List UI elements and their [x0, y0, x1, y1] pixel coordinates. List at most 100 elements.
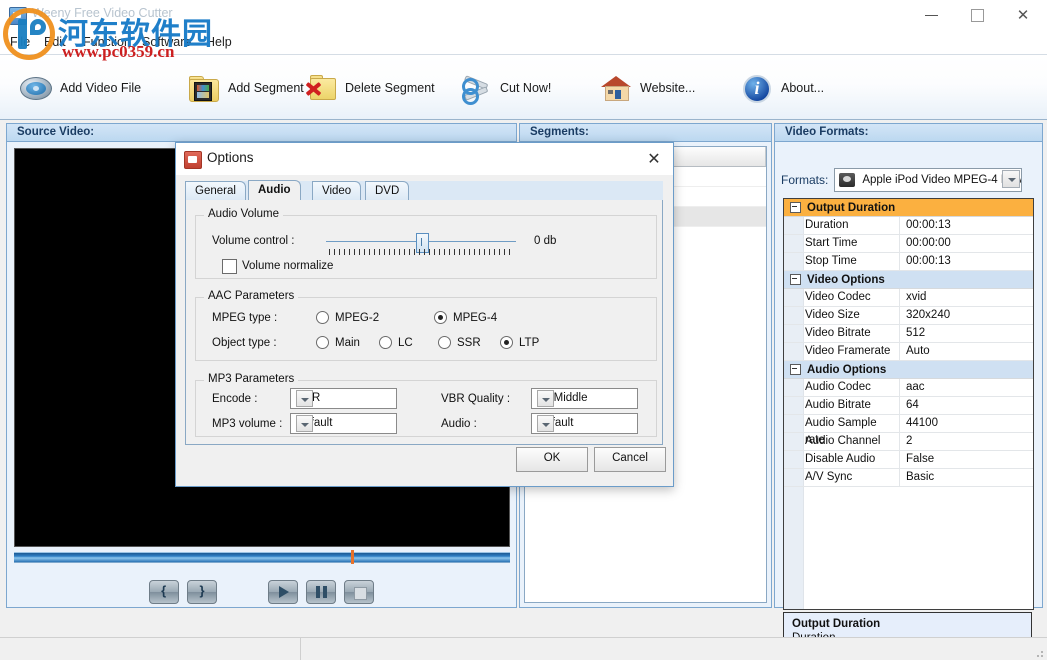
volume-slider[interactable]: [326, 230, 516, 256]
mark-out-button[interactable]: }: [187, 580, 217, 604]
property-row[interactable]: Video Framerate Auto: [784, 343, 1033, 361]
property-value[interactable]: Basic: [900, 469, 1033, 486]
seek-marker[interactable]: [351, 550, 354, 564]
radio-ssr[interactable]: [438, 336, 451, 349]
ok-button[interactable]: OK: [516, 447, 588, 472]
property-value[interactable]: False: [900, 451, 1033, 468]
radio-lc[interactable]: [379, 336, 392, 349]
radio-ssr-label: SSR: [457, 337, 481, 349]
resize-grip[interactable]: [1033, 647, 1045, 659]
dialog-body: Audio Volume Volume control :: [185, 200, 663, 445]
mpeg-type-label: MPEG type :: [212, 312, 277, 324]
property-row[interactable]: Start Time 00:00:00: [784, 235, 1033, 253]
property-value[interactable]: 64: [900, 397, 1033, 414]
toolbar-website[interactable]: Website...: [592, 63, 700, 113]
play-button[interactable]: [268, 580, 298, 604]
radio-mpeg4-label: MPEG-4: [453, 312, 497, 324]
property-row[interactable]: Video Size 320x240: [784, 307, 1033, 325]
volume-slider-ticks: [329, 249, 513, 255]
vbr-quality-dropdown[interactable]: 4 - Middle: [531, 388, 638, 409]
source-video-header: Source Video:: [7, 124, 516, 142]
radio-lc-label: LC: [398, 337, 413, 349]
property-row[interactable]: Audio Bitrate 64: [784, 397, 1033, 415]
radio-mpeg2[interactable]: [316, 311, 329, 324]
house-icon: [597, 70, 633, 106]
radio-mpeg4[interactable]: [434, 311, 447, 324]
property-key: Audio Channel: [784, 433, 900, 450]
dialog-title: Options: [207, 150, 254, 165]
seek-slider[interactable]: [14, 550, 510, 564]
minimize-button[interactable]: [909, 0, 955, 30]
chevron-down-icon[interactable]: [296, 390, 313, 407]
property-row[interactable]: Disable Audio False: [784, 451, 1033, 469]
formats-dropdown[interactable]: Apple iPod Video MPEG-4 Movie (: [834, 168, 1022, 192]
chevron-down-icon[interactable]: [537, 390, 554, 407]
property-value[interactable]: xvid: [900, 289, 1033, 306]
property-value[interactable]: 00:00:13: [900, 217, 1033, 234]
toolbar-about[interactable]: About...: [733, 63, 829, 113]
property-description-title: Output Duration: [792, 618, 1023, 630]
mp3-volume-dropdown[interactable]: Default: [290, 413, 397, 434]
property-category-video-options[interactable]: Video Options: [784, 271, 1033, 289]
toolbar-cut-now[interactable]: Cut Now!: [452, 63, 556, 113]
property-value[interactable]: aac: [900, 379, 1033, 396]
radio-ltp-label: LTP: [519, 337, 539, 349]
cancel-button[interactable]: Cancel: [594, 447, 666, 472]
encode-dropdown[interactable]: CBR: [290, 388, 397, 409]
toolbar-add-segment[interactable]: Add Segment: [180, 63, 309, 113]
property-row[interactable]: A/V Sync Basic: [784, 469, 1033, 487]
property-value[interactable]: 512: [900, 325, 1033, 342]
property-value[interactable]: 44100: [900, 415, 1033, 432]
status-bar: [0, 637, 1047, 660]
stop-button[interactable]: [344, 580, 374, 604]
audio-dropdown[interactable]: Default: [531, 413, 638, 434]
property-value[interactable]: 00:00:13: [900, 253, 1033, 270]
property-row[interactable]: Audio Sample rate 44100: [784, 415, 1033, 433]
volume-normalize-checkbox[interactable]: [222, 259, 237, 274]
collapse-icon[interactable]: [790, 274, 801, 285]
stop-icon: [354, 587, 367, 600]
pause-button[interactable]: [306, 580, 336, 604]
property-value[interactable]: 2: [900, 433, 1033, 450]
property-key: Duration: [784, 217, 900, 234]
property-value[interactable]: 320x240: [900, 307, 1033, 324]
format-property-grid[interactable]: Output Duration Duration 00:00:13 Start …: [783, 198, 1034, 610]
property-category-audio-options[interactable]: Audio Options: [784, 361, 1033, 379]
radio-main[interactable]: [316, 336, 329, 349]
maximize-button[interactable]: [955, 0, 1001, 30]
options-icon: [184, 151, 202, 169]
collapse-icon[interactable]: [790, 364, 801, 375]
tab-general[interactable]: General: [185, 181, 246, 200]
tab-dvd[interactable]: DVD: [365, 181, 409, 200]
chevron-down-icon[interactable]: [537, 415, 554, 432]
collapse-icon[interactable]: [790, 202, 801, 213]
audio-volume-group-title: Audio Volume: [204, 208, 283, 220]
toolbar-delete-segment[interactable]: Delete Segment: [297, 63, 440, 113]
mp3-volume-label: MP3 volume :: [212, 418, 282, 430]
radio-ltp[interactable]: [500, 336, 513, 349]
aac-parameters-group: AAC Parameters MPEG type : MPEG-2 MPEG-4…: [195, 297, 657, 361]
close-button[interactable]: ✕: [1001, 0, 1047, 30]
toolbar-add-video-file[interactable]: Add Video File: [12, 63, 146, 113]
property-category-output-duration[interactable]: Output Duration: [784, 199, 1033, 217]
property-key: Audio Bitrate: [784, 397, 900, 414]
property-row[interactable]: Duration 00:00:13: [784, 217, 1033, 235]
property-value[interactable]: Auto: [900, 343, 1033, 360]
chevron-down-icon[interactable]: [296, 415, 313, 432]
mp3-parameters-group: MP3 Parameters Encode : CBR MP3 volume :…: [195, 380, 657, 437]
volume-normalize-label: Volume normalize: [242, 260, 333, 272]
dialog-close-button[interactable]: ✕: [643, 148, 665, 170]
chevron-down-icon[interactable]: [1002, 170, 1020, 188]
property-row[interactable]: Stop Time 00:00:13: [784, 253, 1033, 271]
property-value[interactable]: 00:00:00: [900, 235, 1033, 252]
property-row[interactable]: Audio Codec aac: [784, 379, 1033, 397]
toolbar: Add Video File Add Segment Delete Segmen…: [0, 54, 1047, 120]
property-row[interactable]: Video Bitrate 512: [784, 325, 1033, 343]
tab-video[interactable]: Video: [312, 181, 361, 200]
property-row[interactable]: Audio Channel 2: [784, 433, 1033, 451]
tab-audio[interactable]: Audio: [248, 180, 301, 200]
property-row[interactable]: Video Codec xvid: [784, 289, 1033, 307]
mark-in-button[interactable]: {: [149, 580, 179, 604]
property-key: Disable Audio: [784, 451, 900, 468]
volume-control-label: Volume control :: [212, 235, 294, 247]
